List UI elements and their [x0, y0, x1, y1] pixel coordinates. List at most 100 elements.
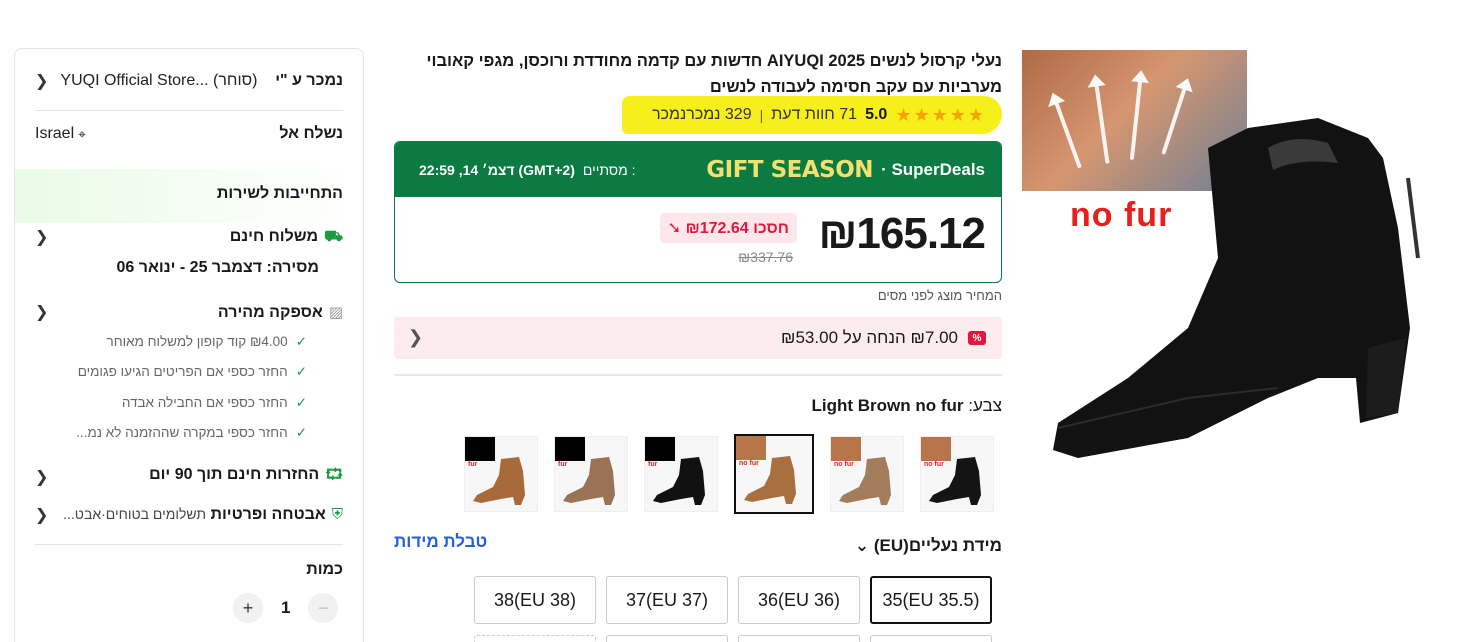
gift-season-logo: GIFT SEASON: [706, 156, 874, 183]
shoe-size-label[interactable]: מידת נעליים(EU) ⌄: [855, 536, 1002, 556]
product-image-gallery[interactable]: no fur: [1018, 48, 1438, 458]
chevron-right-icon[interactable]: ❯: [35, 71, 48, 91]
check-item: ✓₪4.00 קוד קופון למשלוח מאוחר: [106, 334, 307, 349]
rating-stars: ★★★★★: [895, 104, 986, 125]
coupon-banner[interactable]: % ₪7.00 הנחה על ₪53.00 ❯: [394, 317, 1002, 359]
seller-row[interactable]: נמכר ע "י ❯ YUQI Official Store... (סוחר…: [35, 71, 343, 91]
seller-label: נמכר ע "י: [275, 72, 343, 89]
check-icon: ✓: [295, 364, 307, 379]
divider: [35, 110, 343, 111]
size-option[interactable]: [474, 635, 596, 642]
store-name[interactable]: YUQI Official Store... (סוחר): [60, 72, 257, 90]
check-icon: ✓: [295, 395, 307, 410]
chevron-right-icon[interactable]: ❯: [35, 505, 48, 525]
shield-icon: ⛨: [331, 506, 343, 523]
chevron-right-icon[interactable]: ❯: [35, 302, 48, 322]
size-option[interactable]: [870, 635, 992, 642]
savings-badge: ➘ ₪172.64 חסכו: [659, 213, 797, 243]
rating-separator: |: [759, 107, 764, 123]
size-options: 38(EU 38) 37(EU 37) 36(EU 36) 35(EU 35.5…: [474, 576, 992, 624]
chevron-right-icon[interactable]: ❯: [35, 227, 48, 247]
ship-country[interactable]: Israel: [35, 125, 74, 143]
color-swatches: fur fur fur no fur no fur no fur: [464, 434, 994, 514]
security-row[interactable]: ⛨ אבטחה ופרטיות תשלומים בטוחים·אבט... ❯: [35, 505, 343, 525]
current-price: ₪165.12: [818, 209, 986, 258]
fast-delivery-row[interactable]: ▨ אספקה מהירה ❯: [35, 302, 343, 322]
chevron-down-icon: ⌄: [854, 536, 870, 555]
size-option-35[interactable]: 35(EU 35.5): [870, 576, 992, 624]
discount-icon: %: [968, 331, 986, 345]
boot-product-image: [1053, 118, 1420, 458]
color-swatch[interactable]: fur: [644, 436, 718, 512]
quantity-row: כמות: [35, 561, 343, 579]
size-option[interactable]: [738, 635, 860, 642]
ship-to-row[interactable]: נשלח אל Israel ⌖: [35, 125, 343, 143]
quantity-label: כמות: [306, 561, 343, 578]
delivery-row: מסירה: דצמבר 25 - ינואר 06: [35, 259, 319, 277]
purchase-panel: נמכר ע "י ❯ YUQI Official Store... (סוחר…: [14, 48, 364, 642]
deal-end-label: מסתיים :: [582, 161, 636, 178]
tax-note: המחיר מוצג לפני מסים: [877, 288, 1002, 303]
deal-countdown: דצמ׳ 14, 22:59 (GMT+2) מסתיים :: [419, 162, 635, 178]
service-heading: התחייבות לשירות: [216, 185, 343, 202]
reviews-count[interactable]: 71 חוות דעת: [771, 106, 857, 124]
size-option-38[interactable]: 38(EU 38): [474, 576, 596, 624]
boot-thumbnail: [473, 457, 525, 505]
size-options-row-2: [474, 635, 992, 642]
original-price: ₪337.76: [738, 249, 793, 265]
security-label: אבטחה ופרטיות: [210, 506, 326, 523]
location-pin-icon: ⌖: [78, 125, 87, 142]
check-item: ✓החזר כספי אם החבילה אבדה: [121, 395, 307, 410]
boot-thumbnail: [653, 457, 705, 505]
color-swatch[interactable]: no fur: [830, 436, 904, 512]
quantity-stepper[interactable]: + 1 −: [233, 593, 339, 623]
color-label: צבע: Light Brown no fur: [811, 396, 1002, 415]
returns-label: החזרות חינם תוך 90 יום: [149, 466, 320, 483]
check-item: ✓החזר כספי במקרה שההזמנה לא נמ...: [76, 425, 307, 440]
boot-thumbnail: [929, 457, 981, 505]
security-subtext: תשלומים בטוחים·אבט...: [63, 506, 207, 522]
deal-brand: GIFT SEASON · SuperDeals: [706, 157, 985, 183]
boot-thumbnail: [563, 457, 615, 505]
quantity-value[interactable]: 1: [281, 598, 290, 618]
color-swatch[interactable]: fur: [464, 436, 538, 512]
delivery-dates: מסירה: דצמבר 25 - ינואר 06: [116, 259, 319, 276]
fast-delivery-icon: ▨: [328, 303, 343, 321]
chevron-right-icon[interactable]: ❯: [35, 467, 48, 487]
returns-row[interactable]: ⮔ החזרות חינם תוך 90 יום ❯: [35, 464, 343, 489]
return-box-icon: ⮔: [325, 466, 343, 483]
ship-to-label: נשלח אל: [279, 125, 343, 142]
superdeals-header: דצמ׳ 14, 22:59 (GMT+2) מסתיים : GIFT SEA…: [395, 142, 1001, 197]
minus-button[interactable]: −: [308, 593, 339, 623]
divider: [394, 374, 1002, 376]
color-swatch[interactable]: no fur: [734, 434, 814, 514]
boot-thumbnail: [839, 457, 891, 505]
rating-row[interactable]: ★★★★★ 5.0 71 חוות דעת | 329 נמכרנמכר: [622, 96, 1002, 134]
color-swatch[interactable]: fur: [554, 436, 628, 512]
truck-icon: ⛟: [324, 227, 343, 245]
size-option[interactable]: [606, 635, 728, 642]
selected-color: Light Brown no fur: [811, 396, 964, 415]
boot-thumbnail: [744, 456, 796, 504]
chevron-right-icon[interactable]: ❯: [408, 327, 423, 348]
check-item: ✓החזר כספי אם הפריטים הגיעו פגומים: [77, 364, 307, 379]
size-chart-link[interactable]: טבלת מידות: [394, 532, 487, 552]
free-shipping-label: משלוח חינם: [229, 227, 319, 245]
size-option-37[interactable]: 37(EU 37): [606, 576, 728, 624]
size-option-36[interactable]: 36(EU 36): [738, 576, 860, 624]
check-icon: ✓: [295, 425, 307, 440]
service-heading-row: התחייבות לשירות: [35, 185, 343, 203]
divider: [35, 544, 343, 545]
price-area: ₪165.12 ➘ ₪172.64 חסכו ₪337.76: [395, 197, 1001, 282]
free-shipping-row[interactable]: ⛟ משלוח חינם ❯: [35, 227, 343, 247]
check-icon: ✓: [295, 334, 307, 349]
product-info: נעלי קרסול לנשים AIYUQI 2025 חדשות עם קד…: [394, 48, 1002, 642]
color-swatch[interactable]: no fur: [920, 436, 994, 512]
plus-button[interactable]: +: [233, 593, 263, 623]
sold-count: 329 נמכרנמכר: [652, 106, 752, 123]
coupon-text: ₪7.00 הנחה על ₪53.00: [781, 328, 958, 347]
fast-delivery-label: אספקה מהירה: [217, 303, 323, 321]
superdeals-box: דצמ׳ 14, 22:59 (GMT+2) מסתיים : GIFT SEA…: [394, 141, 1002, 283]
rating-value: 5.0: [865, 106, 888, 123]
product-title: נעלי קרסול לנשים AIYUQI 2025 חדשות עם קד…: [426, 52, 1002, 96]
